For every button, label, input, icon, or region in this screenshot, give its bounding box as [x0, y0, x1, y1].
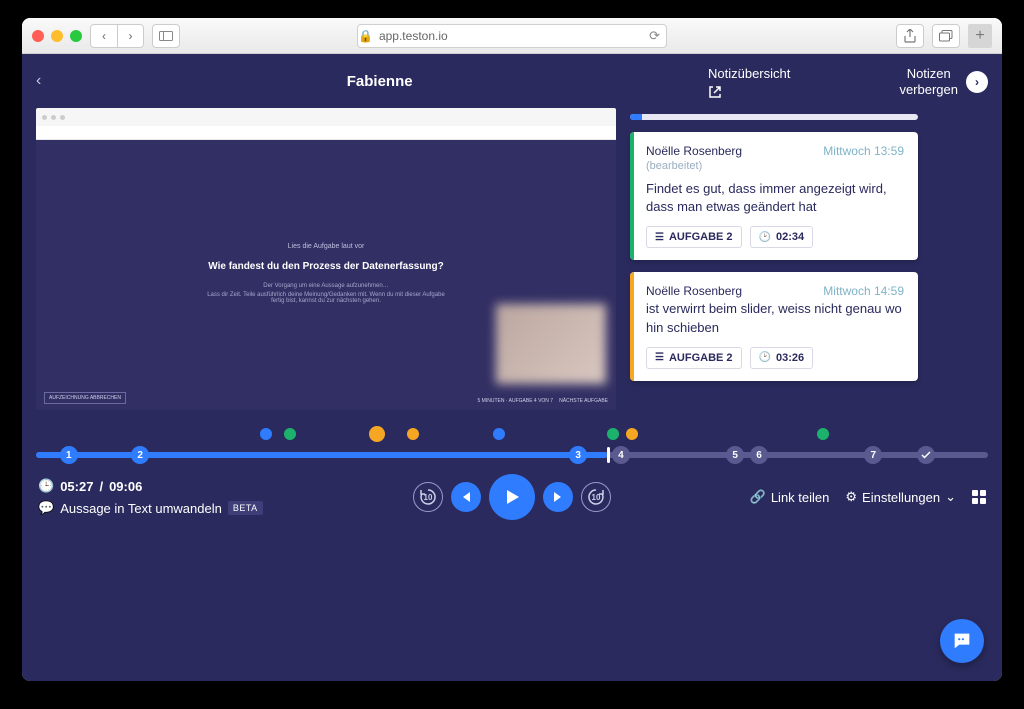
gear-icon: ⚙	[845, 489, 857, 505]
forward-button[interactable]: ›	[117, 25, 143, 47]
video-hint1: Der Vorgang um eine Aussage aufzunehmen…	[206, 283, 446, 289]
timeline-marker[interactable]	[369, 426, 385, 442]
task-tag[interactable]: ☰ AUFGABE 2	[646, 226, 742, 248]
playhead[interactable]	[607, 447, 610, 463]
hide-notes-line1: Notizen	[899, 66, 958, 82]
timeline-step[interactable]: 7	[864, 446, 882, 464]
timeline-marker[interactable]	[817, 428, 829, 440]
browser-window: ‹ › 🔒 app.teston.io ⟳ +	[22, 18, 1002, 681]
clock-icon: 🕑	[759, 232, 771, 243]
share-link-button[interactable]: 🔗 Link teilen	[750, 489, 830, 505]
hide-notes-button[interactable]: Notizen verbergen ›	[899, 66, 988, 97]
current-time: 05:27	[60, 479, 93, 494]
timeline[interactable]: 1234567	[36, 428, 988, 458]
note-author: Noëlle Rosenberg	[646, 144, 742, 158]
recorded-browser-chrome	[36, 108, 616, 126]
notes-panel: Noëlle Rosenberg Mittwoch 13:59 (bearbei…	[630, 114, 918, 381]
notes-scroll-indicator	[630, 114, 918, 120]
timeline-step[interactable]	[917, 446, 935, 464]
task-tag[interactable]: ☰ AUFGABE 2	[646, 347, 742, 369]
total-time: 09:06	[109, 479, 142, 494]
new-tab-button[interactable]: +	[968, 24, 992, 48]
forward-10-button[interactable]: 10	[581, 482, 611, 512]
link-icon: 🔗	[750, 489, 766, 505]
chevron-right-icon: ›	[966, 71, 988, 93]
video-next-task: NÄCHSTE AUFGABE	[559, 398, 608, 404]
player-footer: 🕒 05:27 / 09:06 💬 Aussage in Text umwand…	[22, 464, 1002, 534]
note-time: Mittwoch 14:59	[823, 284, 904, 298]
reload-icon[interactable]: ⟳	[649, 28, 666, 44]
app-content: ‹ Fabienne Notizübersicht Notizen verber…	[22, 54, 1002, 681]
close-window-button[interactable]	[32, 30, 44, 42]
timeline-step[interactable]: 1	[60, 446, 78, 464]
chat-fab-button[interactable]	[940, 619, 984, 663]
share-button[interactable]	[897, 25, 923, 47]
tabs-button-group	[932, 24, 960, 48]
clock-icon: 🕑	[759, 352, 771, 363]
timeline-marker[interactable]	[493, 428, 505, 440]
sidebar-toggle-group	[152, 24, 180, 48]
list-icon: ☰	[655, 232, 664, 243]
minimize-window-button[interactable]	[51, 30, 63, 42]
prev-button[interactable]	[451, 482, 481, 512]
timeline-marker[interactable]	[607, 428, 619, 440]
open-external-icon[interactable]	[708, 85, 790, 102]
back-button[interactable]: ‹	[91, 25, 117, 47]
note-card[interactable]: Noëlle Rosenberg Mittwoch 13:59 (bearbei…	[630, 132, 918, 260]
fullscreen-icon	[972, 490, 986, 504]
address-bar[interactable]: 🔒 app.teston.io ⟳	[357, 24, 667, 48]
window-controls	[32, 30, 82, 42]
fullscreen-button[interactable]	[972, 490, 986, 504]
note-time: Mittwoch 13:59	[823, 144, 904, 158]
maximize-window-button[interactable]	[70, 30, 82, 42]
next-button[interactable]	[543, 482, 573, 512]
note-edited-label: (bearbeitet)	[646, 160, 904, 172]
note-author: Noëlle Rosenberg	[646, 284, 742, 298]
lock-icon: 🔒	[358, 29, 373, 43]
beta-badge: BETA	[228, 501, 263, 515]
video-question: Wie fandest du den Prozess der Datenerfa…	[206, 260, 446, 274]
timeline-step[interactable]: 3	[569, 446, 587, 464]
timeline-marker[interactable]	[626, 428, 638, 440]
chevron-down-icon: ⌄	[945, 489, 956, 505]
note-body: ist verwirrt beim slider, weiss nicht ge…	[646, 300, 904, 336]
url-text: app.teston.io	[379, 29, 448, 43]
notes-overview-label: Notizübersicht	[708, 66, 790, 81]
tabs-button[interactable]	[933, 25, 959, 47]
stop-recording-button: AUFZEICHNUNG ABBRECHEN	[44, 392, 126, 404]
browser-titlebar: ‹ › 🔒 app.teston.io ⟳ +	[22, 18, 1002, 54]
share-button-group	[896, 24, 924, 48]
timeline-step[interactable]: 5	[726, 446, 744, 464]
timeline-marker[interactable]	[407, 428, 419, 440]
video-task-meta: 5 MINUTEN · AUFGABE 4 VON 7	[478, 398, 554, 404]
notes-header: Notizübersicht Notizen verbergen ›	[708, 66, 988, 102]
timeline-step[interactable]: 4	[612, 446, 630, 464]
speech-icon: 💬	[38, 500, 54, 516]
webcam-thumbnail	[496, 304, 606, 384]
video-hint2: Lass dir Zeit. Teile ausführlich deine M…	[206, 292, 446, 304]
player-controls: 10 10	[413, 474, 611, 520]
transcribe-button[interactable]: 💬 Aussage in Text umwandeln BETA	[38, 500, 263, 516]
video-pretext: Lies die Aufgabe laut vor	[206, 243, 446, 250]
timeline-track[interactable]: 1234567	[36, 452, 988, 458]
note-body: Findet es gut, dass immer angezeigt wird…	[646, 180, 904, 216]
nav-buttons: ‹ ›	[90, 24, 144, 48]
video-preview: Lies die Aufgabe laut vor Wie fandest du…	[36, 108, 616, 410]
list-icon: ☰	[655, 352, 664, 363]
hide-notes-line2: verbergen	[899, 82, 958, 98]
timestamp-tag[interactable]: 🕑 03:26	[750, 347, 814, 369]
clock-icon: 🕒	[38, 478, 54, 494]
note-card[interactable]: Noëlle Rosenberg Mittwoch 14:59 ist verw…	[630, 272, 918, 380]
timeline-marker[interactable]	[260, 428, 272, 440]
play-button[interactable]	[489, 474, 535, 520]
sidebar-toggle-button[interactable]	[153, 25, 179, 47]
timestamp-tag[interactable]: 🕑 02:34	[750, 226, 814, 248]
settings-button[interactable]: ⚙ Einstellungen ⌄	[845, 489, 956, 505]
timeline-step[interactable]: 2	[131, 446, 149, 464]
rewind-10-button[interactable]: 10	[413, 482, 443, 512]
timeline-marker[interactable]	[284, 428, 296, 440]
timeline-step[interactable]: 6	[750, 446, 768, 464]
